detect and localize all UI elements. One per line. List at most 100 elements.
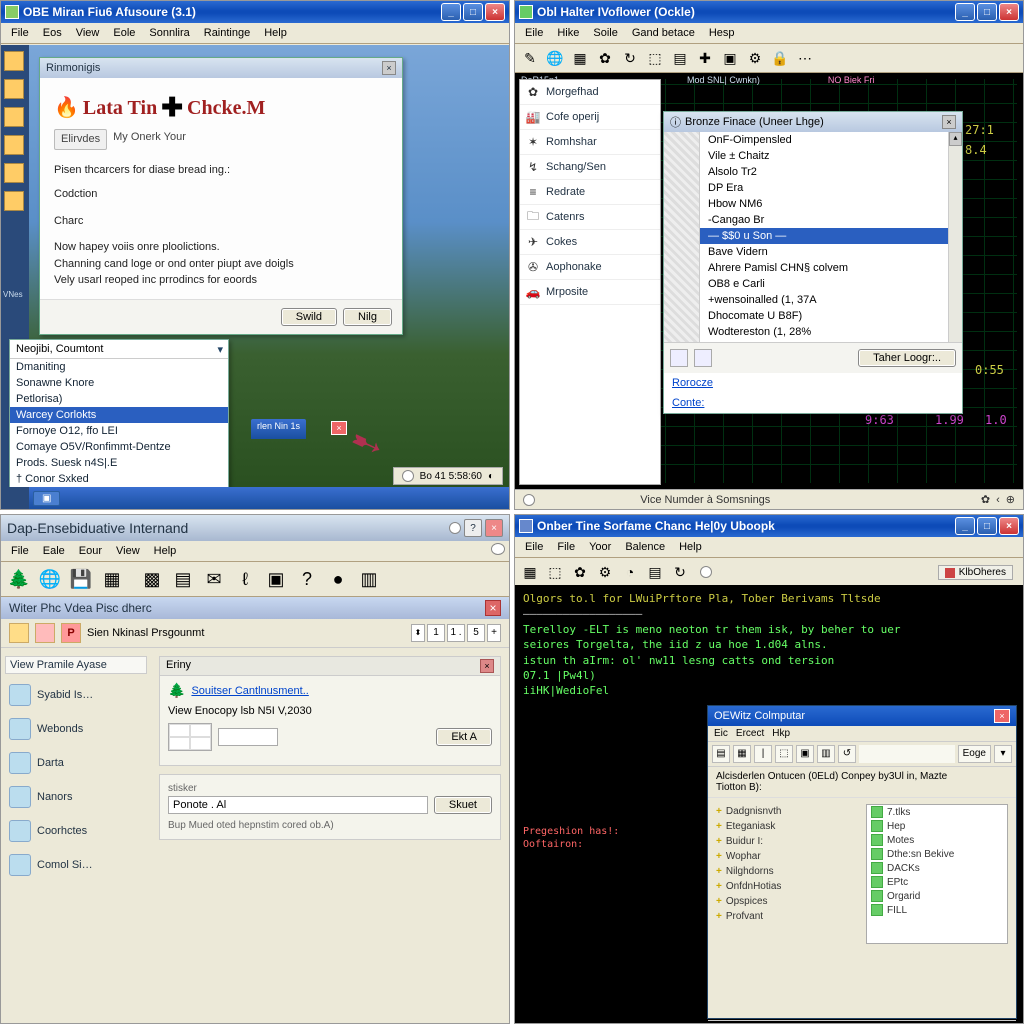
list-item[interactable]: FILL [867, 903, 1007, 917]
tool-icon[interactable]: ✚ [694, 47, 716, 69]
menu-eos[interactable]: Eos [37, 25, 68, 41]
dropdown-item[interactable]: Prods. Suesk n4S|.E [10, 455, 228, 471]
maximize-button[interactable]: □ [463, 3, 483, 21]
plus-icon[interactable]: + [716, 896, 722, 907]
dtool-icon[interactable]: ⬚ [775, 745, 793, 763]
titlebar-icon[interactable] [449, 522, 461, 534]
plus-icon[interactable]: + [716, 866, 722, 877]
tool-icon[interactable]: 🌲 [5, 565, 33, 593]
tool-icon[interactable]: ▤ [644, 561, 666, 583]
popup-list[interactable]: OnF-OimpensledVile ± ChaitzAlsolo Tr2DP … [700, 132, 948, 342]
menu-hike[interactable]: Hike [551, 25, 585, 41]
tab[interactable]: Mod SNL| Cwnkn) [687, 75, 760, 85]
tool-icon[interactable]: 🌐 [36, 565, 64, 593]
list-item[interactable]: OnF-Oimpensled [700, 132, 948, 148]
pdf-icon[interactable]: P [61, 623, 81, 643]
plus-icon[interactable]: + [716, 851, 722, 862]
taskbar-item[interactable]: ▣ [33, 491, 60, 506]
sidebar-item[interactable]: 🏭Cofe operij [520, 105, 660, 130]
nav-item[interactable]: Nanors [5, 780, 147, 814]
desk-icon[interactable] [4, 135, 24, 155]
tree-item[interactable]: +Nilghdorns [716, 864, 858, 879]
sidebar-item[interactable]: ≡Redrate [520, 180, 660, 205]
menu-help[interactable]: Help [148, 543, 183, 559]
menu-eour[interactable]: Eour [73, 543, 108, 559]
tool-icon[interactable]: ▥ [355, 565, 383, 593]
list-item[interactable]: DACKs [867, 861, 1007, 875]
desk-icon[interactable] [4, 191, 24, 211]
dtool-icon[interactable]: ▦ [733, 745, 751, 763]
tool-icon[interactable]: ◔ [619, 561, 641, 583]
plus-icon[interactable]: + [716, 806, 722, 817]
maximize-button[interactable]: □ [977, 517, 997, 535]
list-item[interactable]: 7.tlks [867, 805, 1007, 819]
desk-icon[interactable] [4, 51, 24, 71]
menu-help[interactable]: Help [673, 539, 708, 555]
dmenu-item[interactable]: Eic [714, 728, 728, 739]
tree-item[interactable]: +OnfdnHotias [716, 879, 858, 894]
tool-icon[interactable]: ▩ [138, 565, 166, 593]
menu-file[interactable]: File [5, 543, 35, 559]
tool-icon[interactable]: ⚙ [594, 561, 616, 583]
titlebar[interactable]: OBE Miran Fiu6 Afusoure (3.1) _ □ × [1, 1, 509, 23]
gear-icon[interactable]: ✿ [981, 493, 990, 506]
tool-icon[interactable]: ▤ [169, 565, 197, 593]
info-icon[interactable] [700, 566, 712, 578]
dropdown-item[interactable]: † Conor Sxked [10, 471, 228, 487]
scrollbar[interactable]: ▴ [948, 132, 962, 342]
list-item[interactable]: — $$0 u Son — [700, 228, 948, 244]
start-area[interactable] [1, 487, 29, 509]
list-item[interactable]: Dhocomate U B8F) [700, 308, 948, 324]
popup-titlebar[interactable]: ⓘ Bronze Finace (Uneer Lhge) × [664, 112, 962, 132]
menu-eile[interactable]: Eile [519, 539, 549, 555]
desk-icon[interactable] [4, 79, 24, 99]
tool-icon[interactable]: ↻ [619, 47, 641, 69]
folder-icon[interactable] [9, 623, 29, 643]
tool-icon[interactable]: ✿ [594, 47, 616, 69]
submit-button[interactable]: Skuet [434, 796, 492, 814]
popup-tool-icon[interactable] [670, 349, 688, 367]
list-item[interactable]: OB8 e Carli [700, 276, 948, 292]
tab[interactable]: NO Biek Fri [828, 75, 875, 85]
dropdown-item[interactable]: Warcey Corlokts [10, 407, 228, 423]
menu-eole[interactable]: Eole [107, 25, 141, 41]
menu-gand[interactable]: Gand betace [626, 25, 701, 41]
titlebar[interactable]: Obl Halter IVoflower (Ockle) _ □ × [515, 1, 1023, 23]
list-item[interactable]: Dthe:sn Bekive [867, 847, 1007, 861]
tree-item[interactable]: +Profvant [716, 909, 858, 924]
list-item[interactable]: +wensoinalled (1, 37A [700, 292, 948, 308]
tool-icon[interactable]: ✿ [569, 561, 591, 583]
dialog-close-button[interactable]: × [994, 709, 1010, 723]
tree-item[interactable]: +Opspices [716, 894, 858, 909]
plus-icon[interactable]: + [716, 881, 722, 892]
dtool-icon[interactable]: ▤ [712, 745, 730, 763]
status-icon[interactable]: ‹ [996, 494, 1000, 506]
dropdown-item[interactable]: Petlorisa) [10, 391, 228, 407]
help-button[interactable]: Nilg [343, 308, 392, 326]
dropdown-item[interactable]: Comaye O5V/Ronfimmt-Dentze [10, 439, 228, 455]
tool-icon[interactable]: ? [293, 565, 321, 593]
sidebar-item[interactable]: ✿Morgefhad [520, 80, 660, 105]
plus-icon[interactable]: + [716, 836, 722, 847]
popup-link[interactable]: Conte: [664, 393, 962, 413]
tool-icon[interactable]: 💾 [67, 565, 95, 593]
chip-klboheres[interactable]: KlbOheres [938, 565, 1013, 580]
menu-sonnlira[interactable]: Sonnlira [143, 25, 195, 41]
list-item[interactable]: Bave Vidern [700, 244, 948, 260]
sub-titlebar[interactable]: Witer Phc Vdea Pisc dherc × [1, 597, 509, 619]
dropdown-item[interactable]: Dmaniting [10, 359, 228, 375]
nav-item[interactable]: Coorhctes [5, 814, 147, 848]
tool-icon[interactable]: ⚙ [744, 47, 766, 69]
plus-icon[interactable]: + [716, 911, 722, 922]
mini-window-title[interactable]: rlen Nin 1s [251, 419, 306, 439]
tree-panel[interactable]: +Dadgnisnvth+Eteganiask+Buidur I:+Wophar… [716, 804, 858, 1014]
nav-item[interactable]: Comol Si… [5, 848, 147, 882]
tree-item[interactable]: +Dadgnisnvth [716, 804, 858, 819]
sub-close-button[interactable]: × [485, 600, 501, 616]
popup-link[interactable]: Rorocze [664, 373, 962, 393]
dtool-dropdown[interactable]: ▾ [994, 745, 1012, 763]
list-item[interactable]: Hep [867, 819, 1007, 833]
dropdown-item[interactable]: Fornoye O12, ffo LEI [10, 423, 228, 439]
titlebar[interactable]: Dap-Ensebiduative Internand ? × [1, 515, 509, 541]
tool-icon[interactable]: ⬚ [644, 47, 666, 69]
